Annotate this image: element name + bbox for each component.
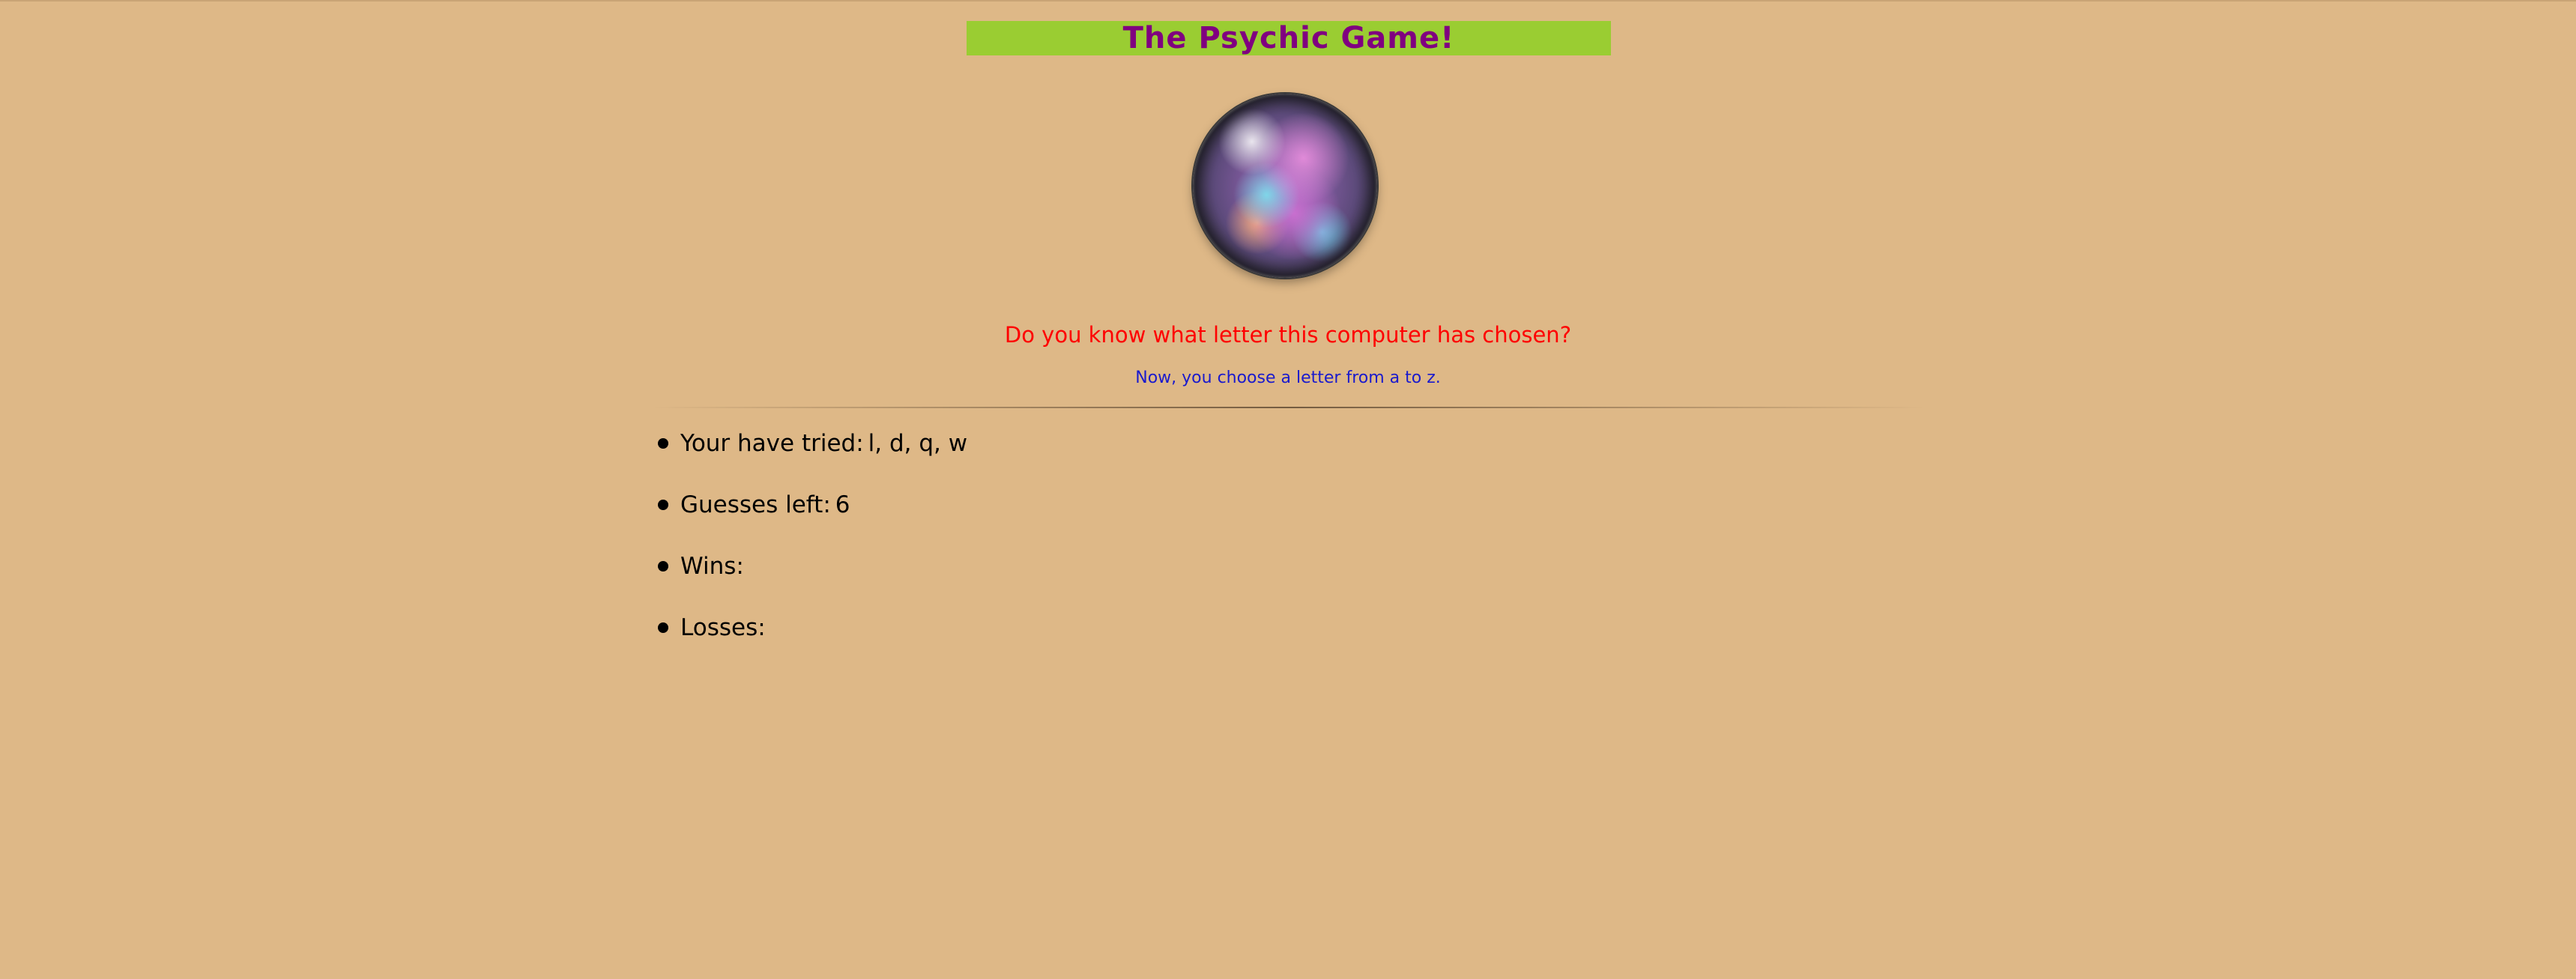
bullet-icon (658, 438, 668, 449)
crystal-ball-rim (1193, 94, 1377, 278)
tried-label: Your have tried: (680, 430, 864, 457)
horizontal-divider (652, 407, 1926, 408)
stat-tried: Your have tried: l, d, q, w (658, 428, 967, 490)
crystal-ball-image (1193, 94, 1377, 278)
stat-losses: Losses: (658, 613, 967, 674)
title-banner: The Psychic Game! (967, 21, 1611, 55)
wins-label: Wins: (680, 553, 744, 580)
question-text: Do you know what letter this computer ha… (1004, 322, 1560, 348)
question-heading: Do you know what letter this computer ha… (0, 322, 2576, 348)
bullet-icon (658, 500, 668, 510)
losses-label: Losses: (680, 614, 766, 641)
guesses-left-value: 6 (835, 491, 850, 518)
top-border (0, 0, 2576, 1)
stat-guesses-left: Guesses left: 6 (658, 490, 967, 551)
stat-wins: Wins: (658, 551, 967, 613)
instruction-text: Now, you choose a letter from a to z. (1135, 369, 1441, 387)
bullet-icon (658, 561, 668, 572)
guesses-left-label: Guesses left: (680, 491, 831, 518)
question-mark: ? (1559, 322, 1572, 348)
tried-value: l, d, q, w (868, 430, 968, 457)
bullet-icon (658, 622, 668, 633)
page-title: The Psychic Game! (1122, 21, 1455, 55)
stats-list: Your have tried: l, d, q, w Guesses left:… (658, 428, 967, 674)
